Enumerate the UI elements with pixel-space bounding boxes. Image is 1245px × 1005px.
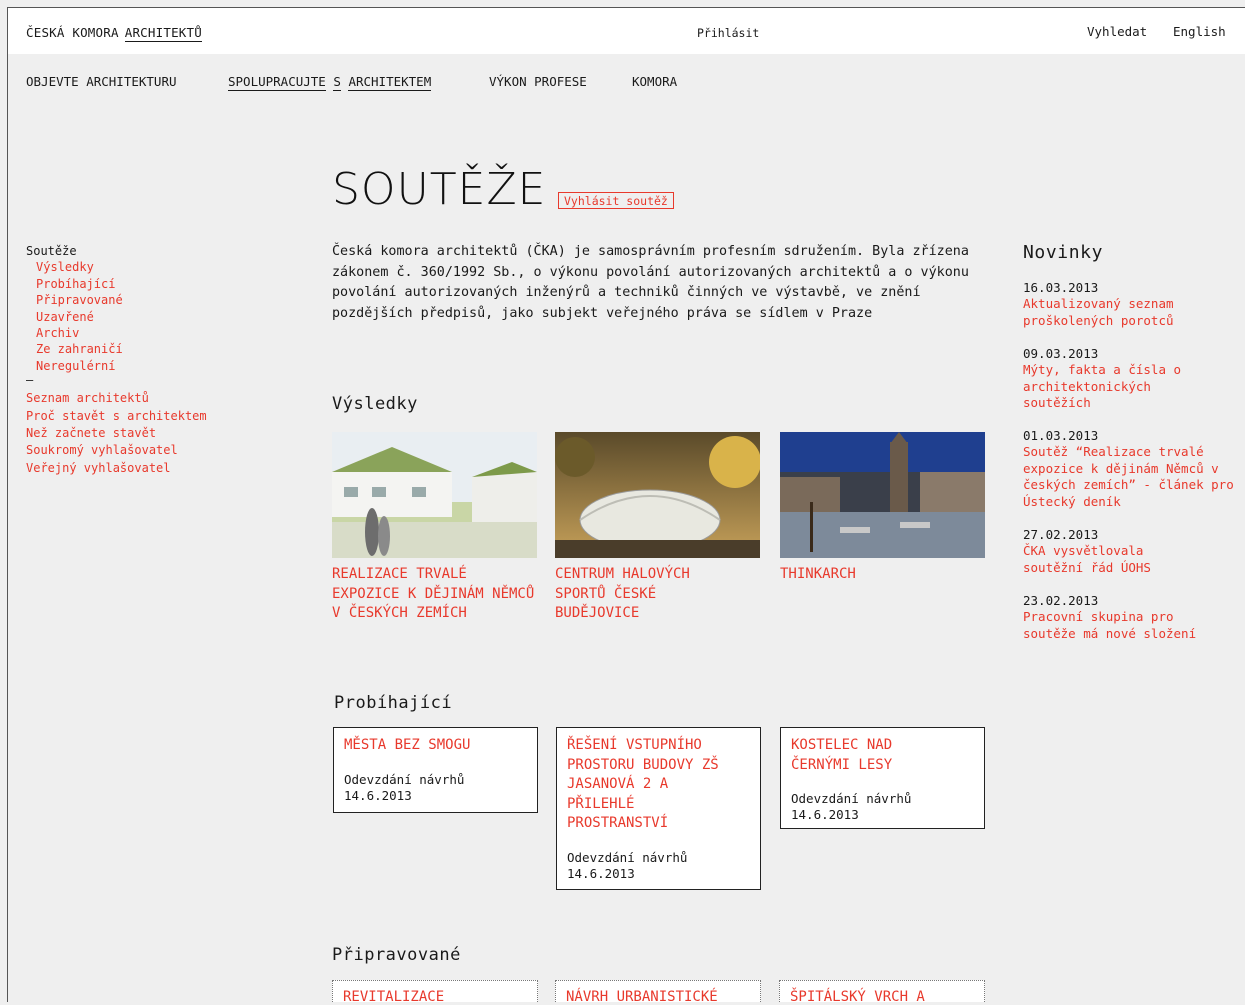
- brand-text-2: ARCHITEKTŮ: [124, 25, 202, 42]
- ongoing-card-3-deadline-label: Odevzdání návrhů: [791, 791, 912, 806]
- news-date: 09.03.2013: [1023, 346, 1099, 361]
- result-image-2[interactable]: [555, 432, 760, 558]
- announce-competition-button[interactable]: Vyhlásit soutěž: [558, 192, 674, 209]
- news-date: 16.03.2013: [1023, 280, 1099, 295]
- upcoming-card-3[interactable]: ŠPITÁLSKÝ VRCH A: [779, 980, 985, 1005]
- sidebar-item-vysledky[interactable]: Výsledky: [26, 259, 207, 275]
- result-title-2[interactable]: CENTRUM HALOVÝCH SPORTŮ ČESKÉ BUDĚJOVICE: [555, 565, 745, 624]
- nav-spolupracujte-word-2: S: [333, 74, 341, 91]
- news-link[interactable]: ČKA vysvětlovala soutěžní řád ÚOHS: [1023, 543, 1183, 576]
- ongoing-card-2-title: ŘEŠENÍ VSTUPNÍHO PROSTORU BUDOVY ZŠ JASA…: [567, 737, 719, 831]
- nav-spolupracujte-word-3: ARCHITEKTEM: [348, 74, 432, 91]
- news-item[interactable]: 16.03.2013 Aktualizovaný seznam proškole…: [1023, 280, 1238, 329]
- sidebar-link-proc-stavet[interactable]: Proč stavět s architektem: [26, 408, 207, 425]
- nav-spolupracujte[interactable]: SPOLUPRACUJTE S ARCHITEKTEM: [228, 74, 432, 91]
- sidebar-item-pripravovane[interactable]: Připravované: [26, 292, 207, 308]
- sidebar-link-nez-zacnete[interactable]: Než začnete stavět: [26, 425, 207, 442]
- ongoing-card-1-title: MĚSTA BEZ SMOGU: [344, 737, 471, 753]
- results-heading: Výsledky: [332, 394, 418, 414]
- news-date: 23.02.2013: [1023, 593, 1099, 608]
- upcoming-card-2[interactable]: NÁVRH URBANISTICKÉ: [555, 980, 761, 1005]
- news-item[interactable]: 27.02.2013 ČKA vysvětlovala soutěžní řád…: [1023, 527, 1238, 576]
- result-image-2-illustration: [555, 432, 760, 558]
- intro-text: Česká komora architektů (ČKA) je samospr…: [332, 244, 969, 321]
- site-brand[interactable]: ČESKÁ KOMORA ARCHITEKTŮ: [26, 25, 202, 42]
- ongoing-card-1[interactable]: MĚSTA BEZ SMOGU Odevzdání návrhů 14.6.20…: [333, 727, 538, 813]
- upcoming-card-1-title: REVITALIZACE: [343, 989, 445, 1005]
- result-image-3-illustration: [780, 432, 985, 558]
- news-heading: Novinky: [1023, 242, 1104, 263]
- ongoing-card-2-deadline-label: Odevzdání návrhů: [567, 849, 688, 865]
- sidebar-item-archiv[interactable]: Archiv: [26, 325, 207, 341]
- nav-spolupracujte-word-1: SPOLUPRACUJTE: [228, 74, 326, 91]
- sidebar-item-neregulerni[interactable]: Neregulérní: [26, 358, 207, 374]
- ongoing-card-3-title: KOSTELEC NAD ČERNÝMI LESY: [791, 737, 893, 773]
- upcoming-card-2-title: NÁVRH URBANISTICKÉ: [566, 989, 718, 1005]
- news-link[interactable]: Soutěž “Realizace trvalé expozice k ději…: [1023, 444, 1238, 510]
- upcoming-card-3-title: ŠPITÁLSKÝ VRCH A: [790, 989, 925, 1005]
- news-link[interactable]: Mýty, fakta a čísla o architektonických …: [1023, 362, 1198, 411]
- sidebar-link-soukromy[interactable]: Soukromý vyhlašovatel: [26, 442, 207, 459]
- ongoing-card-2[interactable]: ŘEŠENÍ VSTUPNÍHO PROSTORU BUDOVY ZŠ JASA…: [556, 727, 761, 890]
- news-item[interactable]: 23.02.2013 Pracovní skupina pro soutěže …: [1023, 593, 1238, 642]
- news-date: 01.03.2013: [1023, 428, 1099, 443]
- brand-text-1: ČESKÁ KOMORA: [26, 25, 119, 40]
- search-link[interactable]: Vyhledat: [1087, 24, 1147, 39]
- sidebar-link-verejny[interactable]: Veřejný vyhlašovatel: [26, 460, 207, 477]
- upcoming-card-1[interactable]: REVITALIZACE: [332, 980, 538, 1005]
- sidebar: Soutěže Výsledky Probíhající Připravovan…: [26, 243, 207, 477]
- nav-objevte-architekturu[interactable]: OBJEVTE ARCHITEKTURU: [26, 74, 177, 89]
- sidebar-link-seznam-architektu[interactable]: Seznam architektů: [26, 390, 207, 407]
- news-link[interactable]: Pracovní skupina pro soutěže má nové slo…: [1023, 609, 1223, 642]
- nav-komora[interactable]: KOMORA: [632, 74, 677, 89]
- ongoing-heading: Probíhající: [334, 693, 453, 713]
- nav-vykon-profese[interactable]: VÝKON PROFESE: [489, 74, 587, 89]
- page-title: SOUTĚŽE: [332, 164, 547, 215]
- ongoing-card-3-deadline: 14.6.2013: [791, 807, 859, 822]
- ongoing-card-3[interactable]: KOSTELEC NAD ČERNÝMI LESY Odevzdání návr…: [780, 727, 985, 829]
- result-title-1[interactable]: REALIZACE TRVALÉ EXPOZICE K DĚJINÁM NĚMC…: [332, 565, 537, 624]
- result-title-3[interactable]: THINKARCH: [780, 565, 980, 585]
- sidebar-item-uzavrene[interactable]: Uzavřené: [26, 309, 207, 325]
- sidebar-item-ze-zahranici[interactable]: Ze zahraničí: [26, 341, 207, 357]
- result-image-1[interactable]: [332, 432, 537, 558]
- upcoming-heading: Připravované: [332, 945, 461, 965]
- news-link[interactable]: Aktualizovaný seznam proškolených porotc…: [1023, 296, 1238, 329]
- sidebar-heading[interactable]: Soutěže: [26, 243, 207, 259]
- ongoing-card-1-deadline-label: Odevzdání návrhů: [344, 771, 465, 787]
- news-item[interactable]: 01.03.2013 Soutěž “Realizace trvalé expo…: [1023, 428, 1238, 510]
- language-link[interactable]: English: [1173, 24, 1226, 39]
- result-image-1-illustration: [332, 432, 537, 558]
- sidebar-item-probihajici[interactable]: Probíhající: [26, 276, 207, 292]
- news-item[interactable]: 09.03.2013 Mýty, fakta a čísla o archite…: [1023, 346, 1238, 412]
- ongoing-card-1-deadline: 14.6.2013: [344, 787, 412, 803]
- login-link[interactable]: Přihlásit: [697, 26, 759, 40]
- news-date: 27.02.2013: [1023, 527, 1099, 542]
- ongoing-card-2-deadline: 14.6.2013: [567, 865, 635, 881]
- sidebar-separator: –: [26, 373, 34, 388]
- result-image-3[interactable]: [780, 432, 985, 558]
